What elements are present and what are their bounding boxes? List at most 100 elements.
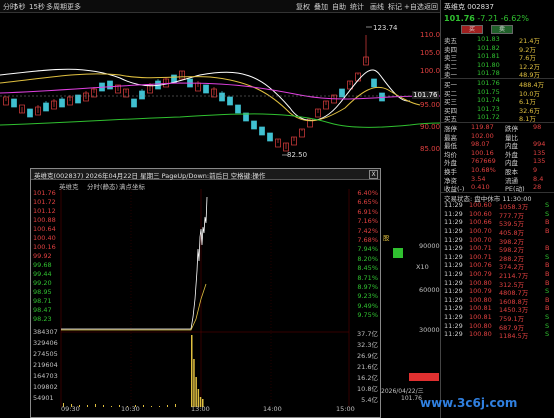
ask-row: 卖四 101.82 9.2万	[444, 43, 536, 54]
bid-book: 买一 101.76 488.4万 买二 101.75 10.0万 买三 101.74 6.1万买…	[441, 78, 554, 124]
ask-row: 卖一 101.78 48.9万	[444, 69, 540, 80]
candle-body	[371, 78, 377, 88]
toolbar-fuquan[interactable]: 复权	[296, 2, 310, 12]
volume-tick: 109802	[33, 383, 58, 391]
toolbar-back[interactable]: 返回	[424, 2, 438, 12]
tick-row: 11:29 100.70 398.2万	[444, 235, 525, 246]
vol-axis-label: 30000	[419, 326, 440, 334]
vol-bar-small	[393, 248, 403, 258]
close-button[interactable]: X	[369, 170, 378, 179]
tick-row: 11:29 100.66 539.5万 B	[444, 218, 550, 229]
volume-bar	[143, 405, 144, 407]
price-tick: 100.88	[33, 216, 56, 224]
quote-panel: 英维克 002837 101.76 -7.21 -6.62% 买 卖 卖五 101…	[440, 0, 554, 418]
volume-pct-tick: 21.6亿	[357, 363, 378, 371]
y-tick: 95.00	[420, 101, 441, 109]
price-tick: 98.71	[33, 297, 52, 305]
trade-state: 交易状态: 盘中休市 11:30:00	[444, 194, 532, 203]
tab-more[interactable]: 更多	[67, 2, 81, 12]
ask-row: 卖二 101.80 12.2万	[444, 60, 540, 71]
stock-name: 英维克	[444, 3, 465, 11]
toolbar-custom[interactable]: 自助	[332, 2, 346, 12]
candle-body	[139, 90, 145, 100]
toolbar-stats[interactable]: 统计	[350, 2, 364, 12]
volume-bar	[159, 406, 160, 407]
price-tick: 98.47	[33, 306, 52, 314]
volume-bar	[87, 405, 88, 407]
price-tick: 99.92	[33, 252, 52, 260]
stat-row: 均价 100.16 外盘 135	[444, 148, 546, 159]
pct-tick: 7.16%	[357, 217, 378, 226]
volume-bar	[193, 359, 195, 407]
price-tick: 99.44	[33, 270, 52, 278]
pct-tick: 6.65%	[357, 198, 378, 207]
tick-row: 11:29 100.80 1184.5万 S	[444, 330, 550, 341]
stat-row: 净资 3.54 流通 8.4	[444, 174, 544, 185]
price-row: 101.76 -7.21 -6.62%	[441, 13, 554, 25]
tick-row: 11:29 100.60 1058.3万 S	[444, 201, 550, 212]
kline-chart[interactable]	[0, 13, 440, 168]
pct-tick: 8.71%	[357, 273, 378, 282]
price-tick: 101.72	[33, 198, 56, 206]
tick-row: 11:29 100.80 687.9万 S	[444, 321, 550, 332]
volume-bar	[167, 405, 168, 407]
intraday-chart[interactable]	[31, 189, 380, 407]
candle-body	[219, 92, 225, 102]
price-tick: 98.23	[33, 315, 52, 323]
candle-body	[11, 98, 17, 108]
tick-row: 11:29 100.71 598.2万 B	[444, 244, 550, 255]
avg-price-line	[61, 283, 207, 331]
ask-row: 卖三 101.81 7.6万	[444, 52, 536, 63]
high-price-label: 123.74	[373, 24, 398, 32]
volume-pct-tick: 26.9亿	[357, 352, 378, 360]
chart-toolbar: 分时 5秒 15秒 多周期 更多 复权 叠加 自助 统计 画线 标记 +自选 返…	[0, 0, 440, 13]
toolbar-add-fav[interactable]: +自选	[404, 2, 424, 12]
candle-body	[43, 102, 49, 112]
pct-tick: 6.40%	[357, 189, 378, 197]
sell-button[interactable]: 卖	[491, 25, 513, 34]
candle-body	[235, 104, 241, 114]
bid-row: 买五 101.72 8.1万	[444, 113, 536, 124]
bid-row: 买二 101.75 10.0万	[444, 87, 540, 98]
candle-body	[107, 80, 113, 90]
vol-axis-label: 90000	[419, 242, 440, 250]
price-tick: 98.95	[33, 288, 52, 296]
volume-pct-tick: 5.4亿	[361, 396, 378, 404]
toolbar-overlay[interactable]: 叠加	[314, 2, 328, 12]
volume-tick: 384307	[33, 328, 58, 336]
price-pct: -6.62%	[500, 14, 529, 23]
price-tick: 101.76	[33, 189, 56, 197]
toolbar-mark[interactable]: 标记	[388, 2, 402, 12]
volume-pct-tick: 16.2亿	[357, 374, 378, 382]
volume-tick: 219604	[33, 361, 58, 369]
tab-5s[interactable]: 5秒	[14, 2, 25, 12]
stat-row: 最高 102.00 量比	[444, 131, 518, 142]
y-tick: 90.00	[420, 123, 441, 131]
buy-button[interactable]: 买	[461, 25, 483, 34]
volume-panel-right: 股 90000 X10 60000 30000 2026/04/22/三 101…	[381, 168, 440, 418]
popup-title: 英维克(002837) 2026年04月22日 星期三 PageUp/Down:…	[34, 172, 266, 180]
tick-row: 11:29 100.79 4808.7万 S	[444, 287, 550, 298]
stat-row: 换手 10.68% 股本 9	[444, 165, 538, 176]
time-label: 15:00	[336, 405, 355, 413]
tab-15s[interactable]: 15秒	[29, 2, 45, 12]
price-tick: 99.20	[33, 279, 52, 287]
intraday-popup[interactable]: 英维克(002837) 2026年04月22日 星期三 PageUp/Down:…	[30, 168, 381, 418]
toolbar-draw[interactable]: 画线	[370, 2, 384, 12]
tick-row: 11:29 100.71 288.2万 S	[444, 252, 550, 263]
volume-bar	[151, 406, 152, 407]
price-tick: 100.64	[33, 225, 56, 233]
bid-row: 买一 101.76 488.4万	[444, 78, 545, 89]
stat-row: 收益(-) 0.410 PE(动) 28	[444, 183, 542, 194]
pct-tick: 9.23%	[357, 292, 378, 301]
price-tick: 101.12	[33, 207, 56, 215]
tick-row: 11:29 100.81 759.1万 S	[444, 313, 550, 323]
tab-multi-period[interactable]: 多周期	[46, 2, 67, 12]
price-line	[61, 196, 208, 330]
volume-pct-tick: 37.7亿	[357, 330, 378, 338]
popup-titlebar[interactable]: 英维克(002837) 2026年04月22日 星期三 PageUp/Down:…	[31, 169, 380, 180]
trade-buttons: 买 卖	[441, 25, 554, 35]
volume-bar	[95, 404, 96, 407]
candle-body	[227, 96, 233, 106]
low-price-label: 82.50	[287, 151, 308, 159]
